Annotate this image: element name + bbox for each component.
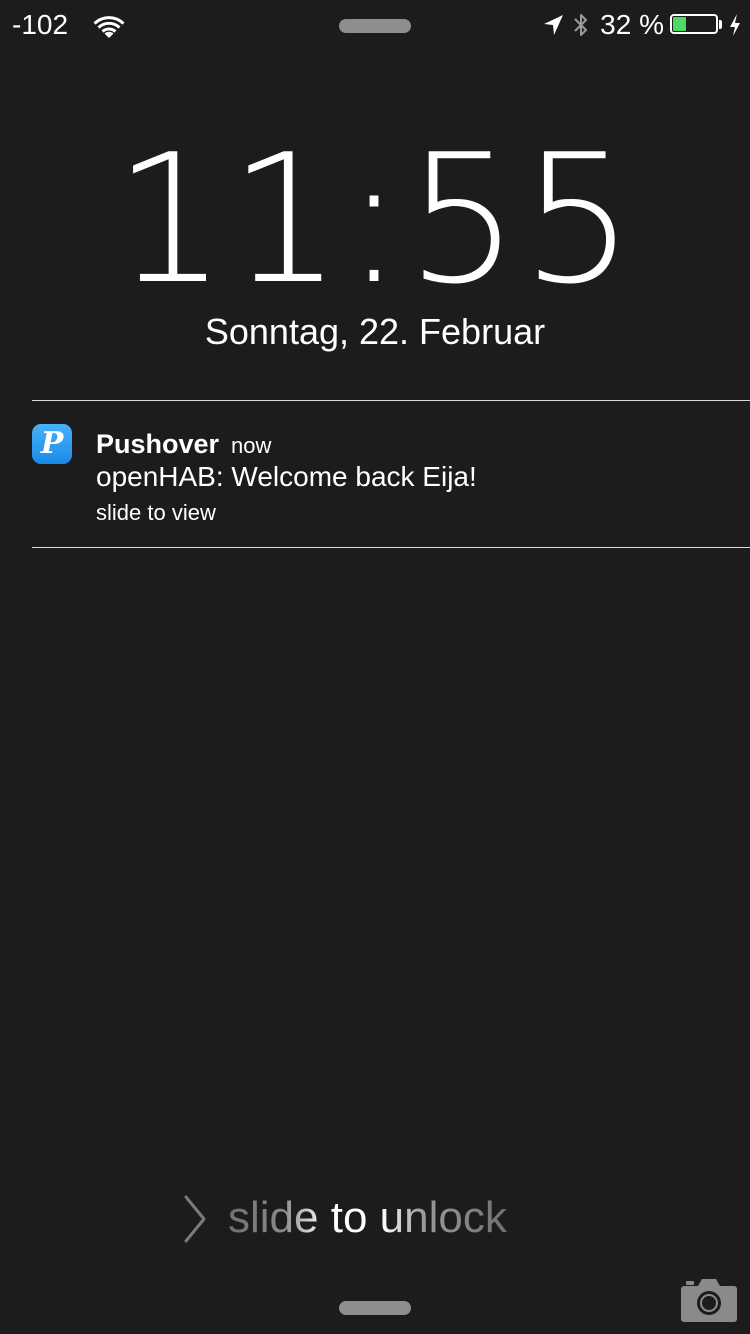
notification-time: now bbox=[231, 433, 272, 458]
signal-strength: -102 bbox=[12, 9, 69, 40]
notification-app-name: Pushover bbox=[96, 429, 220, 459]
status-bar: -102 32 % bbox=[0, 0, 750, 50]
notification-header: Pushover now bbox=[96, 427, 271, 463]
status-right: 32 % bbox=[542, 8, 742, 42]
battery-percent: 32 % bbox=[600, 9, 664, 40]
notification-bottom-divider bbox=[32, 547, 750, 548]
slide-to-unlock-label: slide to unlock bbox=[228, 1188, 507, 1248]
notification-center-grabber[interactable] bbox=[339, 19, 411, 33]
chevron-right-icon bbox=[184, 1195, 206, 1243]
pushover-p-icon: P bbox=[32, 424, 72, 464]
slide-to-unlock[interactable]: slide to unlock bbox=[0, 1188, 750, 1248]
wifi-icon bbox=[93, 16, 125, 38]
battery-icon bbox=[670, 14, 722, 36]
clock-time: 11:55 bbox=[113, 116, 637, 323]
lock-screen-date: Sonntag, 22. Februar bbox=[204, 311, 546, 352]
battery-level-fill bbox=[673, 17, 686, 31]
lock-screen-clock: 11:55 bbox=[0, 130, 750, 310]
bluetooth-icon bbox=[574, 14, 588, 36]
camera-icon[interactable] bbox=[680, 1276, 738, 1322]
notification-slide-hint: slide to view bbox=[96, 500, 216, 525]
lightning-bolt-icon bbox=[730, 14, 740, 36]
control-center-grabber[interactable] bbox=[339, 1301, 411, 1315]
notification-message: openHAB: Welcome back Eija! bbox=[96, 461, 477, 492]
notification-item[interactable]: P Pushover now openHAB: Welcome back Eij… bbox=[32, 401, 750, 547]
app-icon-letter: P bbox=[40, 426, 64, 461]
location-arrow-icon bbox=[544, 15, 564, 35]
